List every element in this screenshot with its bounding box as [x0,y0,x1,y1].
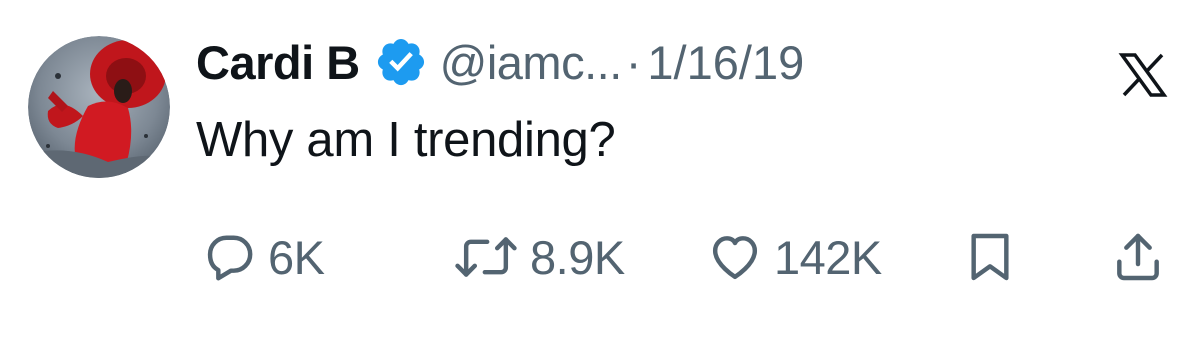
retweet-button[interactable]: 8.9K [452,222,625,292]
retweet-icon [455,237,517,277]
tweet-text: Why am I trending? [196,113,616,167]
reply-button[interactable]: 6K [202,222,325,292]
action-bar: 6K 8.9K 142K [0,222,1200,292]
avatar[interactable] [28,36,170,178]
like-count: 142K [774,230,882,284]
like-button[interactable]: 142K [706,222,882,292]
heart-icon [712,236,758,280]
retweet-count: 8.9K [530,230,625,284]
author-name[interactable]: Cardi B [196,35,360,90]
tweet-header: Cardi B @iamc... · 1/16/19 [196,22,804,102]
share-button[interactable] [1110,222,1166,292]
avatar-image [28,36,170,178]
author-handle[interactable]: @iamc... [440,35,623,90]
reply-icon [207,235,253,281]
bookmark-icon [971,233,1009,281]
separator-dot: · [625,35,642,89]
verified-badge-icon [374,35,428,89]
reply-count: 6K [268,230,325,284]
bookmark-button[interactable] [964,222,1016,292]
tweet-date[interactable]: 1/16/19 [647,35,804,90]
x-logo-icon[interactable] [1118,52,1168,98]
share-icon [1117,233,1159,281]
